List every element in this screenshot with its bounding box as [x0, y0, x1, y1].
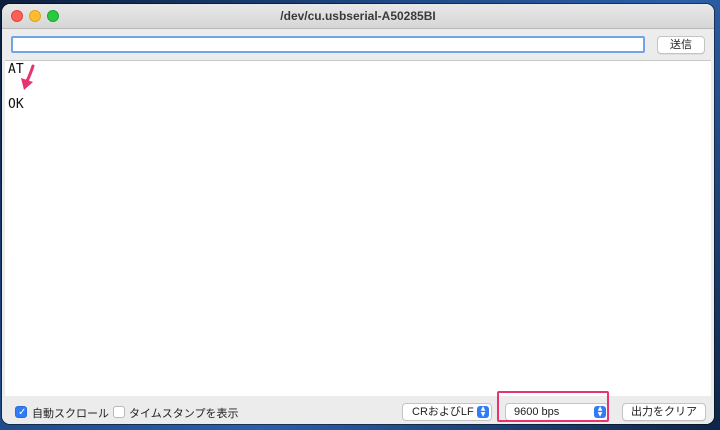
send-toolbar [2, 29, 714, 59]
baud-rate-highlight [497, 391, 609, 422]
timestamp-label: タイムスタンプを表示 [129, 408, 239, 420]
window-title: /dev/cu.usbserial-A50285BI [280, 9, 436, 23]
checkmark-icon: ✓ [18, 407, 27, 418]
title-bar: /dev/cu.usbserial-A50285BI [2, 4, 714, 29]
serial-monitor-window: /dev/cu.usbserial-A50285BI 送信 AT OK ✓ 自動… [2, 4, 714, 424]
line-ending-value: CRおよびLF [412, 406, 474, 418]
serial-output-area[interactable]: AT OK [5, 60, 711, 397]
line-ending-select[interactable]: CRおよびLF ▲ ▼ [402, 403, 492, 421]
clear-output-button[interactable]: 出力をクリア [622, 403, 706, 421]
autoscroll-label: 自動スクロール [32, 408, 109, 420]
autoscroll-checkbox[interactable]: ✓ [15, 406, 27, 418]
timestamp-checkbox[interactable] [113, 406, 125, 418]
send-input[interactable] [11, 36, 645, 53]
send-button[interactable]: 送信 [657, 36, 705, 54]
output-line: OK [8, 97, 24, 112]
updown-chevron-icon: ▲ ▼ [477, 406, 489, 418]
arrow-down-icon [21, 64, 35, 90]
